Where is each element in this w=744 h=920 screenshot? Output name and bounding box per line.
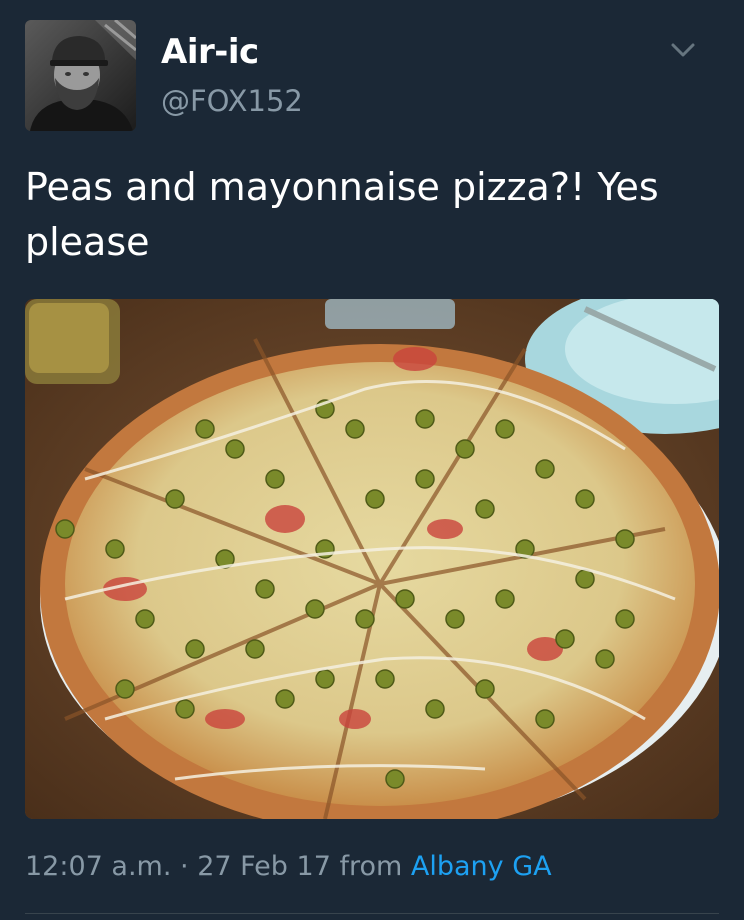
author-display-name[interactable]: Air-ic [161,32,259,72]
avatar[interactable] [25,20,136,131]
divider [25,913,719,914]
tweet-time[interactable]: 12:07 a.m. [25,851,171,882]
tweet-location-link[interactable]: Albany GA [411,851,552,882]
tweet-media[interactable] [25,299,719,819]
tweet-date[interactable]: 27 Feb 17 [197,851,331,882]
tweet-meta: 12:07 a.m. · 27 Feb 17 from Albany GA [25,851,552,882]
author-handle[interactable]: @FOX152 [161,84,303,118]
tweet-text: Peas and mayonnaise pizza?! Yes please [25,165,659,264]
user-avatar-icon [25,20,136,131]
chevron-down-icon [671,43,695,57]
pizza-photo-icon [25,299,719,819]
meta-separator: · [180,851,189,882]
from-label: from [339,851,403,882]
tweet-menu-button[interactable] [668,38,698,62]
